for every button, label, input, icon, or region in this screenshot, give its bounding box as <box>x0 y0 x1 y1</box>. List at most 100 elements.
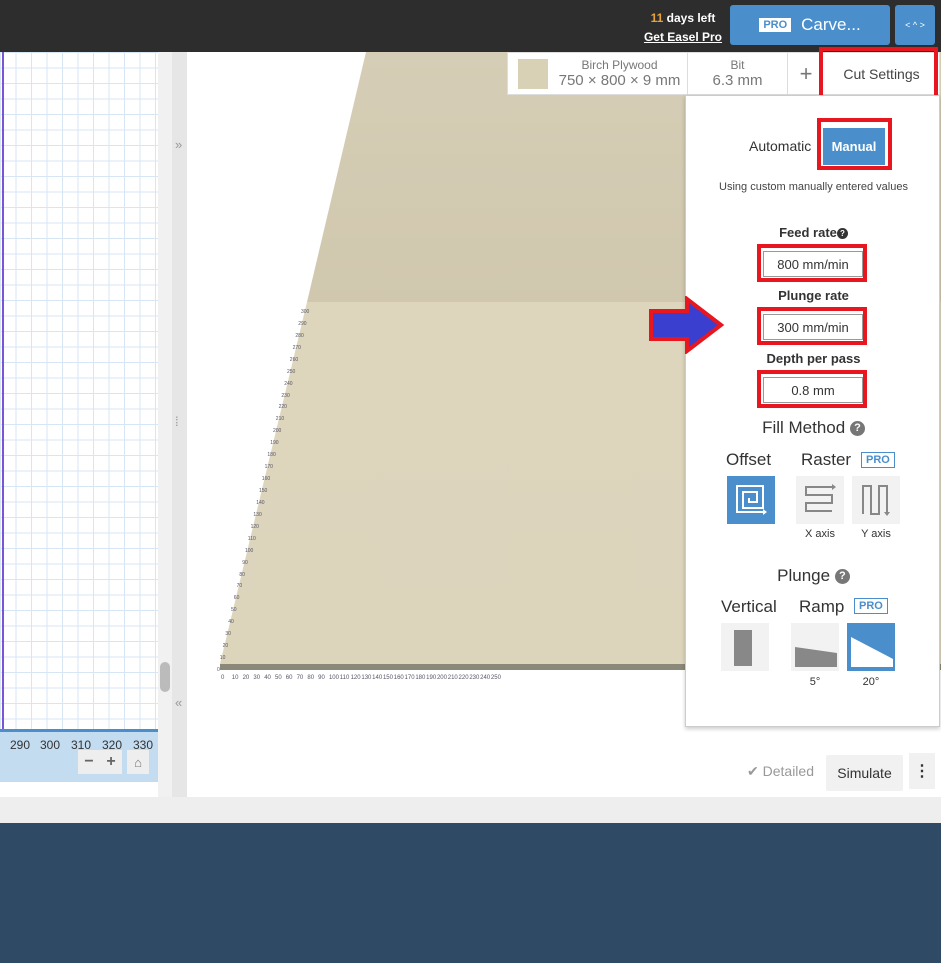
y-tick-label: 120 <box>250 523 259 530</box>
carve-button[interactable]: PRO Carve... <box>730 5 890 45</box>
y-tick-label: 90 <box>242 559 248 566</box>
plunge-vertical-option[interactable] <box>721 623 769 671</box>
expand-right-icon[interactable]: » <box>175 137 182 152</box>
ramp-label: Ramp <box>799 597 845 616</box>
x-tick-label: 150 <box>382 675 393 681</box>
trial-days-left: 11 days left <box>650 11 716 25</box>
bit-selector[interactable]: Bit 6.3 mm <box>688 53 788 94</box>
status-bar <box>0 797 941 823</box>
y-tick-label: 300 <box>301 309 310 315</box>
ramp-5-caption: 5° <box>809 676 821 688</box>
y-axis-caption: Y axis <box>861 528 891 540</box>
y-tick-label: 250 <box>287 368 296 375</box>
y-tick-label: 200 <box>273 428 282 435</box>
fill-raster-y-option[interactable] <box>852 476 900 524</box>
x-tick-label: 60 <box>285 675 293 681</box>
x-tick-label: 0 <box>221 675 225 681</box>
pointer-arrow-annotation <box>649 296 725 354</box>
y-tick-label: 220 <box>278 404 287 411</box>
material-swatch <box>518 58 548 89</box>
highlight-depth <box>757 370 867 408</box>
get-easel-pro-link[interactable]: Get Easel Pro <box>640 30 726 44</box>
detailed-toggle[interactable]: ✔ Detailed <box>747 763 814 780</box>
ramp-5-icon <box>795 647 837 667</box>
pro-badge: PRO <box>854 598 888 614</box>
y-tick-label: 0 <box>217 667 220 673</box>
x-tick-label: 50 <box>274 675 282 681</box>
more-options-button[interactable]: ⋮ <box>909 753 935 789</box>
zoom-controls: − + <box>78 750 122 774</box>
y-tick-label: 20 <box>222 643 229 650</box>
zoom-out-button[interactable]: − <box>84 753 93 771</box>
x-tick-label: 180 <box>415 675 426 681</box>
help-icon[interactable]: ? <box>836 228 848 240</box>
y-tick-label: 130 <box>253 511 262 518</box>
x-tick-label: 160 <box>393 675 404 681</box>
fill-offset-option[interactable] <box>727 476 775 524</box>
y-tick-label: 80 <box>239 571 245 578</box>
pro-badge: PRO <box>759 18 792 32</box>
simulate-button[interactable]: Simulate <box>826 755 903 791</box>
x-tick-label: 220 <box>458 675 469 681</box>
top-bar: 11 days left Get Easel Pro PRO Carve... <… <box>0 0 941 52</box>
plunge-ramp-20-option[interactable] <box>847 623 895 671</box>
y-tick-label: 140 <box>256 499 265 506</box>
help-icon[interactable]: ? <box>834 569 850 585</box>
plunge-ramp-5-option[interactable] <box>791 623 839 671</box>
highlight-cut-settings <box>819 47 938 99</box>
vertical-label: Vertical <box>721 597 777 616</box>
x-axis-caption: X axis <box>805 528 835 540</box>
canvas-edge-line <box>2 52 4 729</box>
highlight-feed-rate <box>757 244 867 282</box>
y-tick-label: 50 <box>231 607 237 614</box>
panel-divider[interactable]: » ⁞ « <box>172 52 187 797</box>
x-tick-label: 200 <box>436 675 447 681</box>
home-icon[interactable]: ⌂ <box>127 750 149 774</box>
x-axis-ticks: 0 10 20 30 40 50 60 70 80 90 100 110 120 130 140 150 160… <box>221 675 502 681</box>
plunge-heading: Plunge ? <box>686 566 941 586</box>
y-tick-label: 70 <box>236 583 243 590</box>
x-tick-label: 210 <box>447 675 458 681</box>
raster-y-icon <box>862 485 890 516</box>
raster-label: Raster <box>801 450 852 469</box>
x-tick-label: 110 <box>339 675 350 681</box>
x-tick-label: 190 <box>426 675 437 681</box>
y-tick-label: 170 <box>264 464 273 471</box>
x-tick-label: 40 <box>264 675 271 681</box>
mode-note: Using custom manually entered values <box>719 181 908 193</box>
scrollbar-thumb[interactable] <box>160 662 170 692</box>
offset-label: Offset <box>726 450 772 469</box>
x-tick-label: 120 <box>350 675 361 681</box>
expand-arrows-icon[interactable]: < ^ > <box>895 5 935 45</box>
y-tick-label: 30 <box>225 631 231 638</box>
x-tick-label: 80 <box>307 675 315 681</box>
ramp-20-icon <box>851 637 893 667</box>
drag-handle-icon[interactable]: ⁞ <box>175 414 179 429</box>
x-tick-label: 10 <box>231 675 239 681</box>
x-tick-label: 170 <box>404 675 415 681</box>
design-canvas[interactable] <box>0 52 158 729</box>
y-tick-label: 280 <box>295 332 304 339</box>
expand-left-icon[interactable]: « <box>175 695 182 710</box>
y-tick-label: 290 <box>298 320 307 327</box>
help-icon[interactable]: ? <box>849 421 865 437</box>
mode-automatic[interactable]: Automatic <box>749 138 811 154</box>
y-tick-label: 240 <box>284 380 293 387</box>
x-tick-label: 250 <box>490 675 501 681</box>
x-tick-label: 140 <box>372 675 383 681</box>
raster-x-icon <box>805 484 836 512</box>
zoom-in-button[interactable]: + <box>106 753 115 771</box>
y-tick-label: 260 <box>289 356 299 363</box>
y-tick-label: 210 <box>275 416 285 423</box>
y-tick-label: 270 <box>292 344 301 351</box>
x-tick-label: 230 <box>469 675 480 681</box>
fill-method-heading: Fill Method ? <box>686 418 941 438</box>
fill-raster-x-option[interactable] <box>796 476 844 524</box>
vertical-plunge-icon <box>734 630 752 666</box>
x-tick-label: 70 <box>296 675 304 681</box>
x-tick-label: 240 <box>480 675 491 681</box>
material-selector[interactable]: Birch Plywood 750 × 800 × 9 mm <box>508 53 688 94</box>
x-tick-label: 30 <box>253 675 261 681</box>
x-tick-label: 100 <box>328 675 339 681</box>
y-tick-label: 110 <box>247 535 256 542</box>
